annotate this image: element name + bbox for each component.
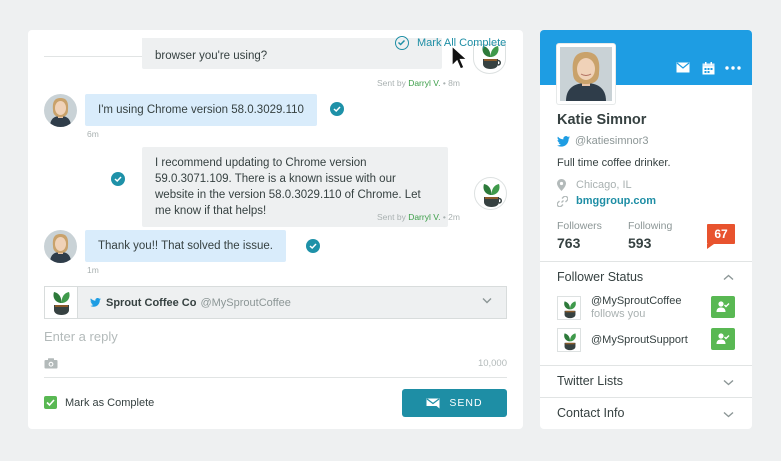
follower-status-title[interactable]: Follower Status [557, 270, 643, 284]
profile-name: Katie Simnor [557, 112, 647, 128]
user-check-icon [716, 333, 730, 344]
chevron-up-icon[interactable] [723, 274, 734, 281]
customer-avatar [44, 230, 77, 263]
klout-badge-tail [707, 244, 714, 249]
message-meta: Sent by Darryl V. • 8m [377, 78, 460, 88]
followers-label: Followers [557, 220, 602, 232]
message-complete-check-icon[interactable] [330, 102, 344, 116]
sprout-coffee-logo-icon [557, 296, 581, 320]
following-stat: Following 593 [628, 220, 672, 251]
message-text: Thank you!! That solved the issue. [98, 240, 273, 252]
conversation-panel: browser you're using? Sent by Darryl V. … [28, 30, 523, 429]
follower-account-handle: @MySproutCoffee [591, 295, 682, 307]
calendar-icon[interactable] [702, 62, 715, 75]
message-time: 1m [87, 265, 99, 275]
twitter-bird-icon [557, 135, 570, 147]
following-count: 593 [628, 235, 652, 251]
followed-user-button[interactable] [711, 296, 735, 318]
account-selector[interactable]: Sprout Coffee Co @MySproutCoffee [44, 286, 507, 319]
website-link[interactable]: bmggroup.com [576, 195, 656, 207]
checkbox-checked-icon [44, 396, 57, 409]
message-complete-check-icon[interactable] [111, 172, 125, 186]
character-count: 10,000 [477, 358, 507, 369]
follower-account-handle: @MySproutSupport [591, 333, 688, 346]
message-time: 6m [87, 129, 99, 139]
follower-status-row: @MySproutSupport [557, 327, 735, 353]
following-label: Following [628, 220, 673, 232]
profile-bio: Full time coffee drinker. [557, 157, 671, 169]
more-options-icon[interactable] [725, 66, 741, 70]
sprout-support-logo-icon [557, 328, 581, 352]
klout-score-badge: 67 [707, 224, 735, 244]
location-pin-icon [557, 179, 566, 191]
account-handle: @MySproutCoffee [200, 296, 291, 309]
location-text: Chicago, IL [576, 179, 632, 191]
follower-status-row: @MySproutCoffee follows you [557, 295, 735, 321]
profile-photo [557, 44, 615, 104]
message-meta: Sent by Darryl V. • 2m [377, 212, 460, 222]
mouse-cursor-icon [451, 44, 469, 70]
chevron-down-icon [482, 298, 492, 304]
send-icon [426, 398, 440, 408]
profile-handle[interactable]: @katiesimnor3 [557, 135, 649, 147]
send-label: SEND [449, 397, 483, 409]
sprout-agent-avatar [474, 177, 507, 210]
divider [44, 377, 507, 378]
followed-user-button[interactable] [711, 328, 735, 350]
send-button[interactable]: SEND [402, 389, 507, 417]
divider [540, 397, 752, 398]
profile-handle-text: @katiesimnor3 [575, 135, 649, 147]
mark-as-complete-label: Mark as Complete [65, 396, 155, 409]
check-circle-icon [395, 36, 409, 50]
contact-info-title[interactable]: Contact Info [557, 406, 624, 420]
account-name: Sprout Coffee Co [106, 296, 197, 309]
message-complete-check-icon[interactable] [306, 239, 320, 253]
divider [540, 261, 752, 262]
follows-you-label: follows you [591, 308, 646, 320]
message-bubble-customer: I'm using Chrome version 58.0.3029.110 [85, 94, 317, 126]
message-icon[interactable] [676, 62, 690, 73]
divider [540, 365, 752, 366]
profile-location: Chicago, IL [557, 179, 632, 191]
followers-count: 763 [557, 235, 581, 251]
chevron-down-icon[interactable] [723, 379, 734, 386]
chevron-down-icon[interactable] [723, 411, 734, 418]
twitter-lists-title[interactable]: Twitter Lists [557, 374, 623, 388]
twitter-bird-icon [90, 298, 101, 307]
message-text: I recommend updating to Chrome version 5… [155, 157, 421, 217]
profile-panel: Katie Simnor @katiesimnor3 Full time cof… [540, 30, 752, 429]
message-text: browser you're using? [155, 50, 268, 62]
camera-icon[interactable] [44, 358, 58, 369]
reply-input[interactable]: Enter a reply [44, 329, 118, 344]
message-text: I'm using Chrome version 58.0.3029.110 [98, 104, 304, 116]
divider [44, 56, 144, 57]
followers-stat: Followers 763 [557, 220, 602, 251]
profile-website[interactable]: bmggroup.com [557, 195, 656, 207]
sprout-coffee-logo-icon [45, 287, 78, 318]
user-check-icon [716, 301, 730, 312]
mark-as-complete-checkbox[interactable]: Mark as Complete [44, 396, 154, 409]
message-bubble-customer: Thank you!! That solved the issue. [85, 230, 286, 262]
customer-avatar [44, 94, 77, 127]
link-icon [557, 195, 568, 207]
